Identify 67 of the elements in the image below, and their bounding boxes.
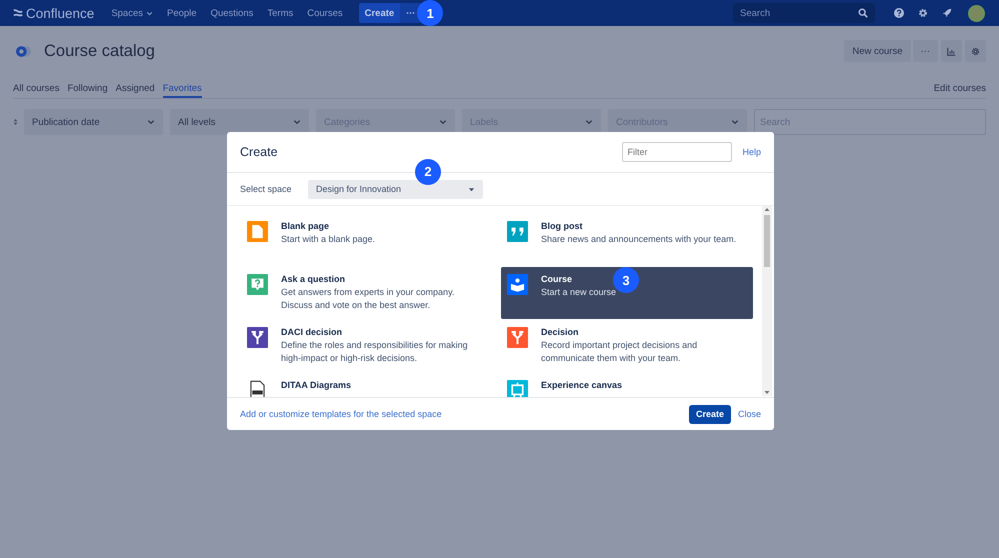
help-icon [894, 8, 904, 18]
template-description: Record important project decisions and communicate them with your team. [541, 339, 698, 364]
close-link[interactable]: Close [738, 409, 761, 419]
chevron-down-icon [293, 118, 301, 126]
settings-icon [971, 46, 980, 56]
nav-link[interactable]: Spaces [111, 8, 153, 18]
caret-down-icon [468, 186, 475, 192]
template-item[interactable]: DITAA Diagrams [241, 373, 485, 397]
template-title: Experience canvas [541, 380, 622, 390]
space-dropdown[interactable]: Design for Innovation [308, 180, 483, 198]
filter-dropdown[interactable]: All levels [170, 109, 309, 135]
field-label: Select space [240, 184, 293, 194]
help-link[interactable]: Help [742, 147, 761, 157]
page-title: Course catalog [44, 42, 155, 60]
edit-courses-link[interactable]: Edit courses [934, 83, 986, 98]
template-description: Get answers from experts in your company. Discuss and vote on the best answer. [281, 286, 456, 311]
template-title: Blog post [541, 221, 584, 231]
template-description: Share news and announcements with your team. [541, 233, 736, 246]
settings-icon [918, 8, 928, 18]
template-item[interactable]: Blog post Share news and announcements with your team. [501, 214, 753, 266]
app-logo[interactable]: Confluence [26, 6, 94, 20]
chart-button[interactable] [941, 40, 962, 62]
rocket-icon [942, 8, 952, 18]
customize-templates-link[interactable]: Add or customize templates for the selected space [240, 409, 442, 419]
template-description: Start with a blank page. [281, 233, 376, 246]
template-item[interactable]: Experience canvas [501, 373, 753, 397]
tab[interactable]: Following [67, 83, 108, 98]
template-item[interactable]: Decision Record important project decisions and communicate them with your team. [501, 320, 753, 372]
nav-link[interactable]: Courses [307, 8, 343, 18]
nav-link[interactable]: Terms [267, 8, 294, 18]
more-button[interactable]: ··· [400, 3, 422, 23]
search-field[interactable]: Search [733, 3, 875, 23]
template-title: Decision [541, 327, 580, 337]
chevron-down-icon [585, 118, 593, 126]
template-title: Blank page [281, 221, 330, 231]
search-icon [858, 8, 868, 18]
tab[interactable]: All courses [13, 83, 60, 98]
chevron-down-icon [147, 118, 155, 126]
template-item[interactable]: Ask a question Get answers from experts in your company. Discuss and vote on the best answer. [241, 267, 485, 319]
nav-link[interactable]: Questions [210, 8, 254, 18]
step-badge: 1 [417, 0, 444, 26]
filter-dropdown[interactable]: Publication date [24, 109, 163, 135]
template-item[interactable]: Blank page Start with a blank page. [241, 214, 485, 266]
template-title: DACI decision [281, 327, 344, 337]
settings-button[interactable] [965, 40, 986, 62]
chevron-down-icon [731, 118, 739, 126]
template-item[interactable]: DACI decision Define the roles and responsibilities for making high-impact or high-risk decisions. [241, 320, 485, 372]
filter-field[interactable]: Filter [622, 142, 732, 162]
sort-icon [13, 118, 18, 126]
nav-link[interactable]: People [167, 8, 197, 18]
template-title: Course [541, 274, 574, 284]
bar-chart-icon [947, 46, 956, 56]
template-title: Ask a question [281, 274, 346, 284]
more-button[interactable]: ··· [912, 40, 938, 62]
course-catalog-icon [15, 44, 32, 58]
chevron-down-icon [439, 118, 447, 126]
create-button[interactable]: Create [688, 404, 731, 424]
confluence-logo-icon [13, 8, 23, 18]
new-course-button[interactable]: New course [844, 40, 910, 62]
create-button[interactable]: Create [358, 3, 400, 23]
tab[interactable]: Assigned [116, 83, 155, 98]
template-description: Define the roles and responsibilities for making high-impact or high-risk decisions. [281, 339, 469, 364]
template-title: DITAA Diagrams [281, 380, 352, 390]
dialog-title: Create [240, 145, 278, 159]
tab[interactable]: Favorites [162, 83, 202, 98]
step-badge: 2 [415, 158, 441, 184]
avatar[interactable] [968, 4, 985, 22]
